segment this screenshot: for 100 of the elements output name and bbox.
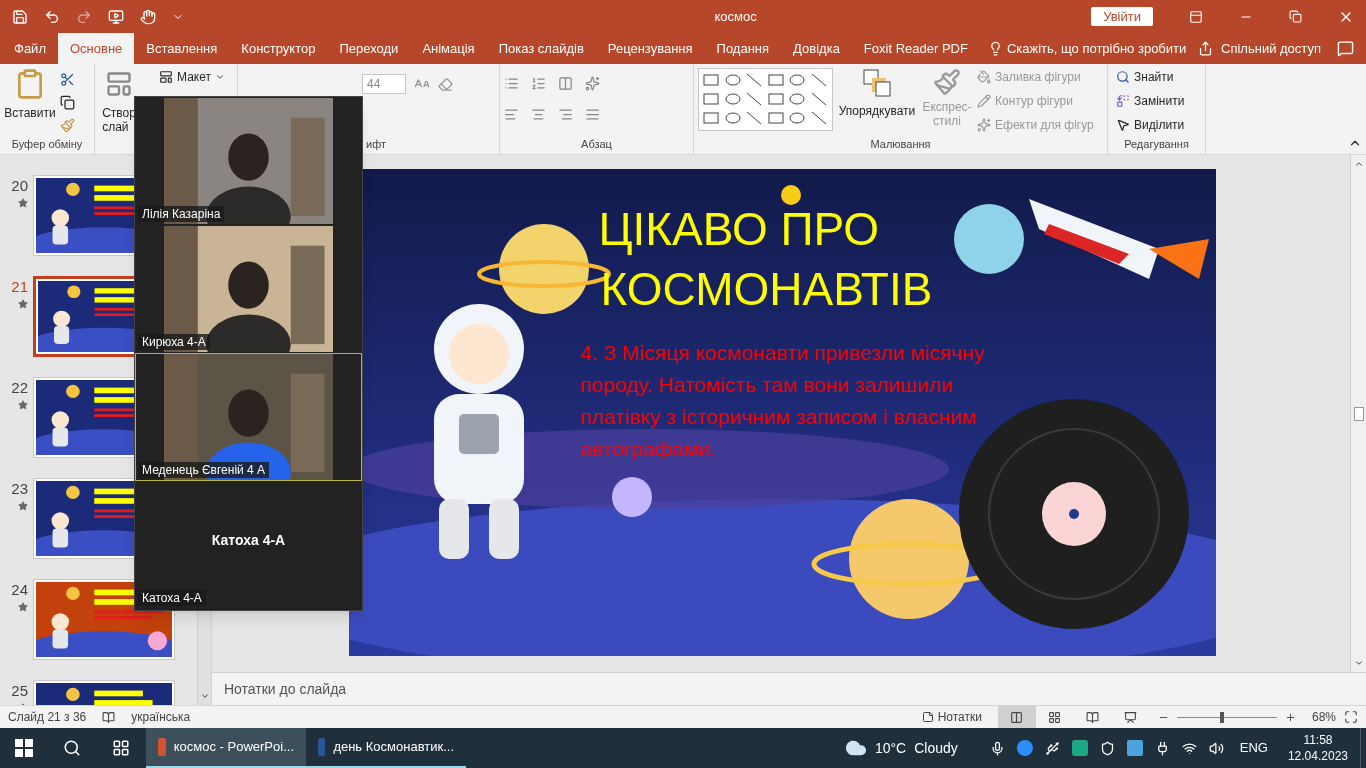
slide-counter: Слайд 21 з 36 <box>8 709 87 726</box>
ribbon-tab[interactable]: Рецензування <box>595 33 705 64</box>
save-icon[interactable] <box>12 8 28 25</box>
ribbon-tab[interactable]: Вставлення <box>134 33 230 64</box>
input-language[interactable]: ENG <box>1239 738 1268 758</box>
new-slide-icon[interactable] <box>105 70 133 98</box>
shape-icon[interactable] <box>724 111 741 125</box>
layout-button[interactable]: Макет <box>177 68 211 86</box>
cut-icon[interactable] <box>60 72 75 87</box>
font-size-field[interactable]: 44 <box>362 74 406 94</box>
clock-date[interactable]: 12.04.2023 <box>1287 748 1348 764</box>
search-icon[interactable] <box>63 739 81 757</box>
windows-logo-icon[interactable] <box>15 739 33 757</box>
ribbon-display-icon[interactable] <box>1189 9 1203 24</box>
shape-icon[interactable] <box>810 92 827 106</box>
scroll-up-icon[interactable] <box>1353 159 1364 169</box>
shape-icon[interactable] <box>746 92 762 106</box>
select-button[interactable]: Виділити <box>1134 116 1185 134</box>
shape-icon[interactable] <box>724 73 741 87</box>
notes-pane[interactable]: Нотатки до слайда <box>212 672 1366 705</box>
touch-mode-icon[interactable] <box>140 8 156 25</box>
clock-time[interactable]: 11:58 <box>1303 732 1333 748</box>
shape-icon[interactable] <box>789 73 805 87</box>
microphone-icon[interactable] <box>989 740 1005 756</box>
shield-icon[interactable] <box>1099 740 1115 756</box>
zoom-level[interactable]: 68% <box>1311 708 1336 726</box>
tell-me-field[interactable]: Скажіть, що потрібно зробити <box>1006 38 1187 59</box>
scrollbar[interactable] <box>1350 155 1366 672</box>
taskbar-app[interactable]: космос - PowerPoi... <box>146 728 306 768</box>
shape-icon[interactable] <box>789 92 805 106</box>
ribbon-tab[interactable]: Основне <box>57 33 135 64</box>
weather-condition[interactable]: Cloudy <box>914 737 958 759</box>
ribbon-tab[interactable]: Анімація <box>410 33 487 64</box>
restore-icon[interactable] <box>1289 10 1302 23</box>
view-button[interactable] <box>997 705 1036 729</box>
undo-icon[interactable] <box>44 8 60 25</box>
shape-icon[interactable] <box>767 111 784 125</box>
ribbon-tab[interactable]: Довідка <box>781 33 852 64</box>
columns-icon[interactable] <box>558 76 573 91</box>
ribbon-tab[interactable]: Конструктор <box>229 33 328 64</box>
justify-icon[interactable] <box>585 107 600 122</box>
arrange-icon[interactable] <box>862 68 892 98</box>
align-center-icon[interactable] <box>531 107 546 122</box>
pointer-icon <box>1116 118 1130 132</box>
copy-icon[interactable] <box>60 95 75 110</box>
replace-button[interactable]: Замінити <box>1134 92 1185 110</box>
share-icon <box>1198 41 1214 56</box>
participant-tile[interactable]: Катоха 4-А Катоха 4-А <box>135 481 362 609</box>
ribbon-tab[interactable]: Переходи <box>327 33 411 64</box>
shape-icon[interactable] <box>789 111 805 125</box>
bullets-icon[interactable] <box>504 76 519 91</box>
align-right-icon[interactable] <box>558 107 573 122</box>
shape-icon[interactable] <box>810 73 827 87</box>
shape-icon[interactable] <box>724 92 741 106</box>
zoom-in-icon[interactable] <box>1284 711 1296 723</box>
sorter-view-icon <box>1048 710 1062 724</box>
ribbon-tab[interactable]: Подання <box>704 33 782 64</box>
zoom-slider[interactable] <box>1176 711 1277 723</box>
share-button[interactable]: Спільний доступ <box>1221 38 1321 59</box>
ribbon-tab[interactable]: Foxit Reader PDF <box>851 33 980 64</box>
scroll-down-icon[interactable] <box>1353 658 1364 668</box>
usb-icon[interactable] <box>1044 740 1060 756</box>
task-view-icon[interactable] <box>112 739 130 757</box>
shape-icon[interactable] <box>703 73 719 87</box>
temperature[interactable]: 10°C <box>874 737 907 759</box>
taskbar-app[interactable]: день Космонавтик... <box>306 728 466 768</box>
volume-icon[interactable] <box>1208 740 1224 756</box>
find-button[interactable]: Знайти <box>1134 68 1174 86</box>
align-left-icon[interactable] <box>504 107 519 122</box>
slideshow-icon[interactable] <box>108 8 124 25</box>
language-label[interactable]: українська <box>131 708 191 726</box>
shape-icon[interactable] <box>703 111 719 125</box>
animation-star-icon <box>18 197 28 208</box>
arrange-button[interactable]: Упорядкувати <box>838 102 916 120</box>
ribbon-tab[interactable]: Показ слайдів <box>486 33 596 64</box>
numbering-icon[interactable] <box>531 76 546 91</box>
ribbon-tab[interactable]: Файл <box>2 33 58 64</box>
animation-star-icon <box>18 601 28 612</box>
shape-icon[interactable] <box>746 111 762 125</box>
clear-format-icon[interactable] <box>438 76 453 92</box>
animation-star-icon <box>18 500 28 511</box>
fit-to-window-icon[interactable] <box>1344 710 1358 724</box>
shape-icon[interactable] <box>703 92 719 106</box>
scroll-down-icon[interactable] <box>199 691 210 701</box>
shape-icon[interactable] <box>810 111 827 125</box>
zoom-thumb[interactable] <box>1219 711 1224 723</box>
shapes-gallery[interactable] <box>698 68 833 131</box>
notes-button[interactable]: Нотатки <box>937 708 982 726</box>
sign-in-button[interactable]: Увійти <box>1091 7 1153 26</box>
normal-view-icon <box>1010 710 1024 724</box>
shape-icon[interactable] <box>746 73 762 87</box>
paste-button[interactable]: Вставити <box>4 104 56 122</box>
slide-number: 20 <box>11 176 28 196</box>
shape-icon[interactable] <box>767 92 784 106</box>
network-icon[interactable] <box>1181 740 1197 756</box>
scroll-thumb[interactable] <box>1353 406 1364 421</box>
comments-icon[interactable] <box>1337 40 1354 57</box>
effects-icon <box>977 118 991 132</box>
group-label: Буфер обміну <box>10 137 84 152</box>
shape-icon[interactable] <box>767 73 784 87</box>
